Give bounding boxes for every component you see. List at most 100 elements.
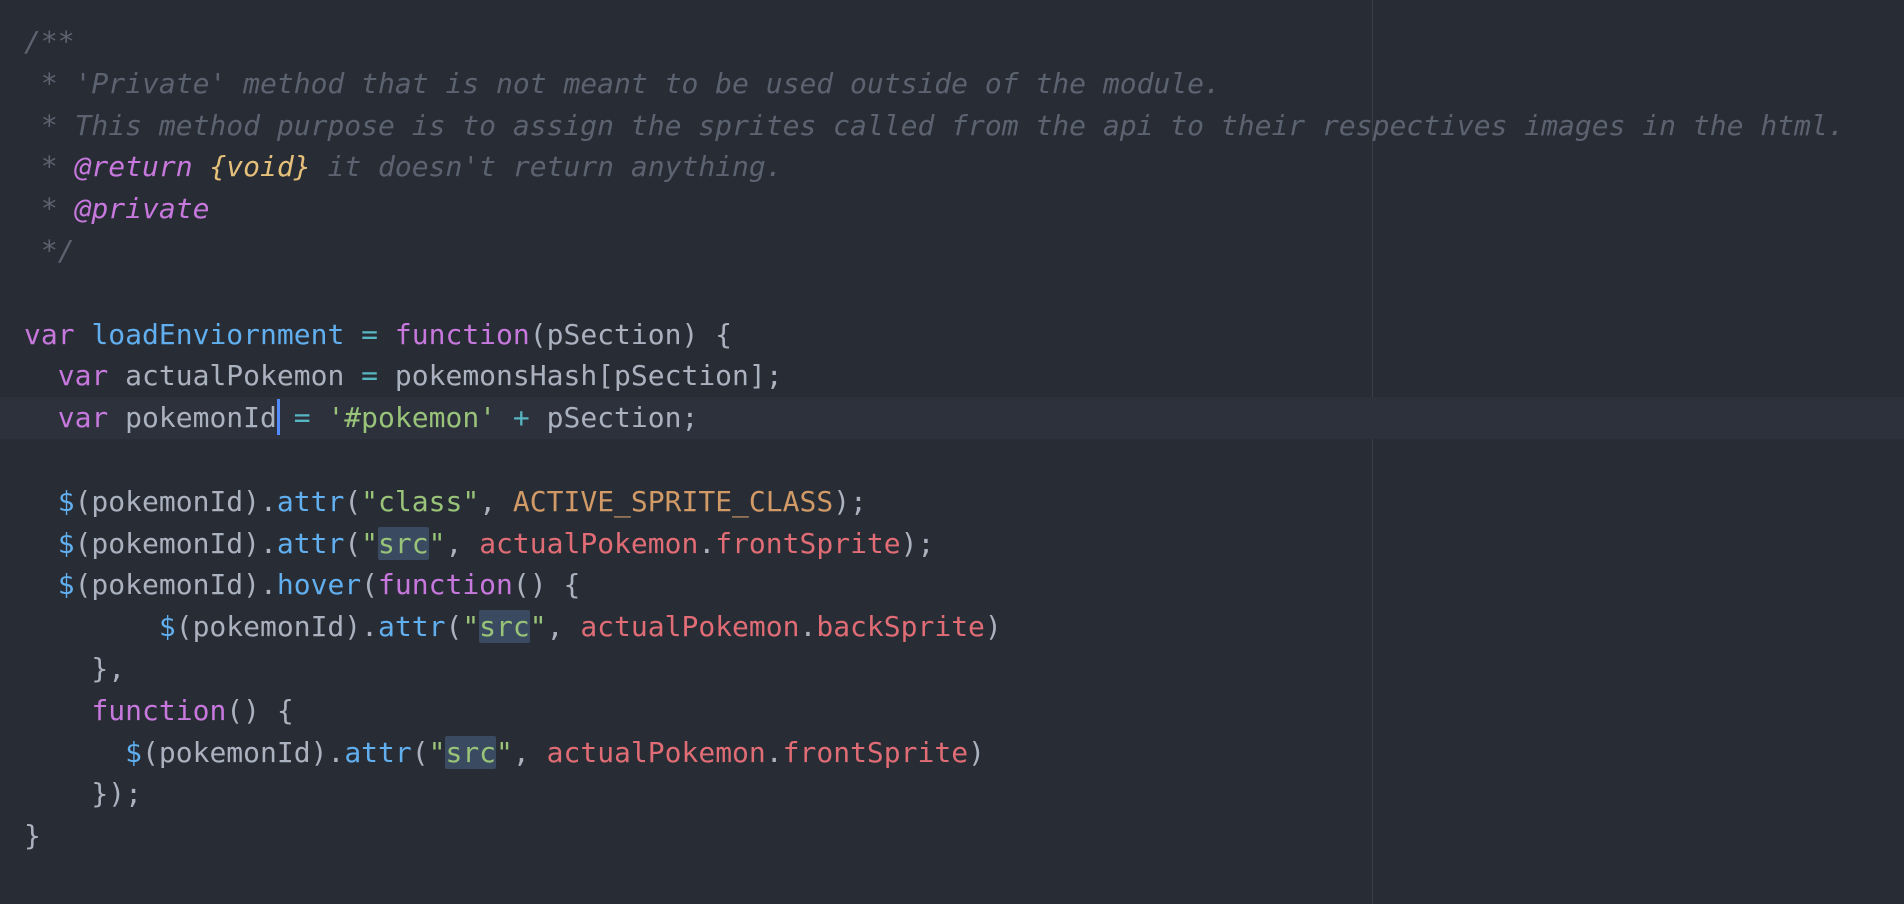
code-token: .	[698, 526, 716, 560]
code-line[interactable]: var pokemonId = '#pokemon' + pSection;	[0, 397, 1904, 439]
code-token: $	[57, 484, 75, 518]
code-token: (pSection) {	[529, 317, 733, 351]
code-line[interactable]: * This method purpose is to assign the s…	[0, 105, 1904, 147]
code-token: () {	[226, 693, 294, 727]
code-token: $	[57, 568, 75, 602]
code-token: ,	[445, 526, 480, 560]
code-token: ACTIVE_SPRITE_CLASS	[512, 484, 834, 518]
code-line[interactable]: $(pokemonId).attr("src", actualPokemon.f…	[0, 732, 1904, 774]
code-line[interactable]: /**	[0, 21, 1904, 63]
code-token: pSection;	[529, 401, 699, 435]
code-token: "	[428, 526, 446, 560]
code-token: )	[984, 610, 1002, 644]
code-token: )	[968, 735, 985, 769]
code-line[interactable]: }	[0, 815, 1904, 857]
code-token: actualPokemon	[108, 359, 362, 393]
code-token: @return	[74, 150, 193, 184]
code-token: frontSprite	[782, 735, 969, 769]
code-token: (pokemonId).	[74, 568, 277, 602]
code-line[interactable]: * 'Private' method that is not meant to …	[0, 63, 1904, 105]
code-line[interactable]	[0, 272, 1904, 314]
code-token: "	[361, 526, 379, 560]
code-token: loadEnviornment	[91, 317, 345, 351]
code-token: =	[361, 317, 379, 351]
code-token: "	[496, 735, 513, 769]
code-line[interactable]: $(pokemonId).attr("src", actualPokemon.f…	[0, 523, 1904, 565]
code-token: "	[428, 735, 446, 769]
code-token: *	[24, 192, 75, 226]
code-token: $	[158, 610, 176, 644]
code-line[interactable]: });	[0, 773, 1904, 815]
code-token: () {	[512, 568, 581, 602]
code-token: actualPokemon	[580, 610, 800, 644]
code-token: (pokemonId).	[74, 484, 277, 518]
code-token: (	[344, 484, 362, 518]
code-token: * 'Private' method that is not meant to …	[24, 66, 1221, 100]
code-token: attr	[276, 484, 345, 518]
code-token: );	[833, 484, 867, 518]
code-line[interactable]: },	[0, 648, 1904, 690]
code-line[interactable]: $(pokemonId).attr("src", actualPokemon.b…	[0, 606, 1904, 648]
code-token: $	[125, 735, 143, 769]
code-token: (	[445, 610, 463, 644]
code-token: (	[411, 735, 429, 769]
code-token: pokemonsHash[pSection];	[378, 359, 783, 393]
code-token: *	[24, 150, 75, 184]
code-token: ,	[546, 610, 581, 644]
code-token: +	[512, 401, 530, 435]
code-token: function	[91, 693, 227, 727]
code-token: .	[765, 735, 783, 769]
code-token: */	[24, 233, 75, 267]
code-token: },	[24, 651, 126, 685]
code-token: {void}	[209, 150, 311, 184]
code-token: var	[24, 317, 75, 351]
code-token: "	[529, 610, 547, 644]
code-line[interactable]: $(pokemonId).hover(function() {	[0, 564, 1904, 606]
code-token: ,	[479, 484, 513, 518]
code-token: actualPokemon	[546, 735, 766, 769]
code-token: function	[378, 568, 513, 602]
code-line[interactable]: function() {	[0, 690, 1904, 732]
code-line[interactable]: * @private	[0, 188, 1904, 230]
code-line[interactable]	[0, 439, 1904, 481]
code-token: ,	[512, 735, 547, 769]
code-token: .	[799, 610, 817, 644]
code-token: attr	[276, 526, 345, 560]
code-line[interactable]: $(pokemonId).attr("class", ACTIVE_SPRITE…	[0, 481, 1904, 523]
code-token: (pokemonId).	[142, 735, 345, 769]
code-token: (pokemonId).	[74, 526, 277, 560]
code-token: it doesn't return anything.	[310, 150, 783, 184]
code-token: (pokemonId).	[175, 610, 379, 644]
code-token: "class"	[361, 484, 480, 518]
code-line[interactable]: */	[0, 230, 1904, 272]
code-token: var	[57, 359, 109, 393]
code-token: attr	[344, 735, 412, 769]
code-line[interactable]: var loadEnviornment = function(pSection)…	[0, 314, 1904, 356]
code-line[interactable]: var actualPokemon = pokemonsHash[pSectio…	[0, 355, 1904, 397]
code-token: backSprite	[816, 610, 985, 644]
code-token: pokemonId	[108, 401, 277, 435]
code-token: "	[462, 610, 480, 644]
code-token: /**	[24, 25, 75, 58]
code-token: var	[57, 401, 109, 435]
code-token: '#pokemon'	[327, 401, 497, 435]
code-token: }	[24, 819, 41, 853]
code-token: (	[344, 526, 362, 560]
code-token: =	[293, 401, 311, 435]
code-token: actualPokemon	[479, 526, 699, 560]
code-editor[interactable]: /** * 'Private' method that is not meant…	[0, 21, 1904, 857]
code-token: * This method purpose is to assign the s…	[24, 108, 1845, 142]
code-line[interactable]: * @return {void} it doesn't return anyth…	[0, 146, 1904, 188]
code-token: hover	[276, 568, 362, 602]
